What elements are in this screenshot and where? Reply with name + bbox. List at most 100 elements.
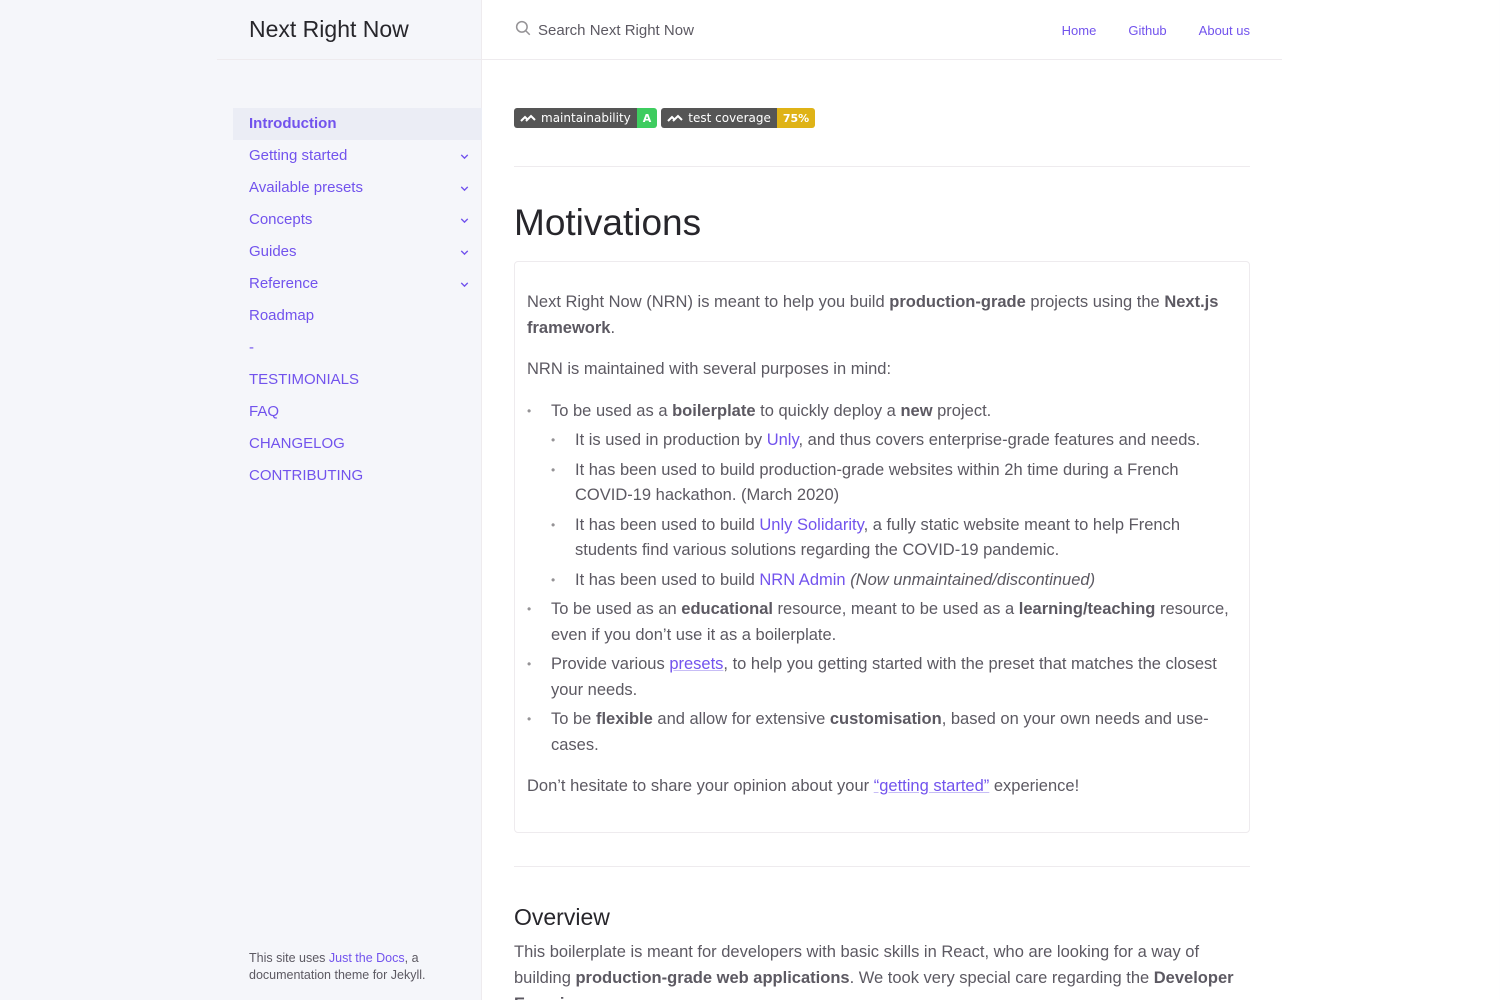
sidebar-item-label: Guides [249, 243, 297, 260]
sidebar: Next Right Now Introduction Getting star… [0, 0, 482, 1000]
presets-link[interactable]: presets [669, 655, 723, 673]
aux-nav-about-us[interactable]: About us [1199, 23, 1250, 38]
divider [514, 166, 1250, 167]
sidebar-item-label: Getting started [249, 147, 348, 164]
site-title[interactable]: Next Right Now [249, 16, 409, 43]
search-icon [514, 19, 538, 42]
text: projects using the [1025, 293, 1165, 311]
sidebar-item-available-presets[interactable]: Available presets [233, 172, 482, 204]
text: It has been used to build [575, 515, 760, 534]
purposes-list: To be used as a boilerplate to quickly d… [527, 399, 1237, 759]
sidebar-item-separator[interactable]: - [233, 332, 482, 364]
sidebar-item-label: CHANGELOG [249, 435, 345, 452]
badge-label-text: test coverage [688, 111, 771, 125]
sub-list: It is used in production by Unly, and th… [551, 428, 1237, 593]
list-item: To be flexible and allow for extensive c… [527, 707, 1237, 758]
list-item: It is used in production by Unly, and th… [551, 428, 1237, 454]
list-item: Provide various presets, to help you get… [527, 652, 1237, 703]
maintainability-badge[interactable]: maintainability A [514, 108, 658, 128]
text: project. [932, 401, 992, 420]
bold-text: educational [681, 600, 773, 618]
text: and allow for extensive [652, 710, 830, 728]
codeclimate-icon [520, 114, 536, 122]
motivations-heading: Motivations [514, 202, 702, 243]
page: Next Right Now Introduction Getting star… [0, 0, 1500, 1000]
text: resource, meant to be used as a [772, 600, 1019, 618]
motivations-box: Next Right Now (NRN) is meant to help yo… [514, 261, 1250, 833]
sidebar-item-reference[interactable]: Reference [233, 268, 482, 300]
badge-label: test coverage [661, 108, 777, 128]
bold-text: boilerplate [672, 401, 756, 420]
overview-paragraph: This boilerplate is meant for developers… [514, 939, 1244, 1000]
search-bar [514, 0, 914, 60]
sidebar-item-label: CONTRIBUTING [249, 467, 364, 484]
sidebar-item-changelog[interactable]: CHANGELOG [233, 428, 482, 460]
main-header: Home Github About us [482, 0, 1282, 60]
text: To be used as an [551, 600, 682, 618]
text: It is used in production by [575, 431, 767, 449]
sidebar-item-concepts[interactable]: Concepts [233, 204, 482, 236]
test-coverage-badge[interactable]: test coverage 75% [661, 108, 816, 128]
sidebar-item-getting-started[interactable]: Getting started [233, 140, 482, 172]
list-item: It has been used to build production-gra… [551, 458, 1237, 509]
sidebar-footer: This site uses Just the Docs, a document… [249, 950, 469, 984]
sidebar-item-faq[interactable]: FAQ [233, 396, 482, 428]
sidebar-item-introduction[interactable]: Introduction [233, 108, 482, 140]
sidebar-item-roadmap[interactable]: Roadmap [233, 300, 482, 332]
italic-text: (Now unmaintained/discontinued) [850, 570, 1096, 589]
badge-value: 75% [776, 108, 816, 128]
bold-text: production-grade web applications [575, 969, 850, 987]
sidebar-item-label: Reference [249, 275, 319, 292]
bold-text: production-grade [889, 293, 1026, 311]
sidebar-nav: Introduction Getting started Available p… [233, 108, 482, 492]
list-item: It has been used to build Unly Solidarit… [551, 513, 1237, 564]
chevron-down-icon[interactable] [454, 236, 474, 268]
aux-nav: Home Github About us [1062, 0, 1250, 60]
badge-label-text: maintainability [541, 111, 631, 125]
list-item: To be used as a boilerplate to quickly d… [527, 399, 1237, 594]
sidebar-item-label: Roadmap [249, 307, 315, 324]
list-item: To be used as an educational resource, m… [527, 597, 1237, 648]
text: , and thus covers enterprise-grade featu… [798, 431, 1201, 449]
getting-started-link[interactable]: “getting started” [874, 777, 990, 795]
sidebar-item-label: Concepts [249, 211, 313, 228]
chevron-down-icon[interactable] [454, 140, 474, 172]
unly-link[interactable]: Unly [767, 431, 799, 449]
overview-heading: Overview [514, 904, 610, 930]
site-header: Next Right Now [217, 0, 482, 60]
text: . We took very special care regarding th… [849, 969, 1154, 987]
text: Next Right Now (NRN) is meant to help yo… [527, 293, 890, 311]
text: It has been used to build production-gra… [575, 460, 1179, 505]
sidebar-item-contributing[interactable]: CONTRIBUTING [233, 460, 482, 492]
text: Don’t hesitate to share your opinion abo… [527, 777, 874, 795]
just-the-docs-link[interactable]: Just the Docs [329, 951, 405, 965]
aux-nav-github[interactable]: Github [1128, 23, 1166, 38]
sidebar-item-testimonials[interactable]: TESTIMONIALS [233, 364, 482, 396]
aux-nav-home[interactable]: Home [1062, 23, 1097, 38]
badge-label: maintainability [514, 108, 637, 128]
intro-paragraph: Next Right Now (NRN) is meant to help yo… [527, 290, 1237, 341]
divider [514, 866, 1250, 867]
bold-text: learning/teaching [1018, 600, 1156, 618]
unly-solidarity-link[interactable]: Unly Solidarity [759, 516, 863, 534]
nrn-admin-link[interactable]: NRN Admin [759, 571, 845, 589]
search-input[interactable] [538, 21, 878, 39]
chevron-down-icon[interactable] [454, 268, 474, 300]
text: to quickly deploy a [755, 401, 901, 420]
chevron-down-icon[interactable] [454, 204, 474, 236]
text: To be used as a [551, 401, 673, 420]
sidebar-item-label: Introduction [249, 115, 337, 132]
sidebar-item-label: TESTIMONIALS [249, 371, 360, 388]
text: It has been used to build [575, 570, 760, 589]
chevron-down-icon[interactable] [454, 172, 474, 204]
bold-text: customisation [829, 710, 942, 728]
badge-value: A [636, 108, 658, 128]
footer-prefix: This site uses [249, 951, 329, 965]
codeclimate-icon [667, 114, 683, 122]
text: experience! [989, 777, 1080, 795]
sidebar-item-label: - [249, 339, 254, 356]
sidebar-item-guides[interactable]: Guides [233, 236, 482, 268]
sidebar-item-label: FAQ [249, 403, 280, 420]
list-item: It has been used to build NRN Admin (Now… [551, 568, 1237, 594]
text: Provide various [551, 655, 670, 673]
